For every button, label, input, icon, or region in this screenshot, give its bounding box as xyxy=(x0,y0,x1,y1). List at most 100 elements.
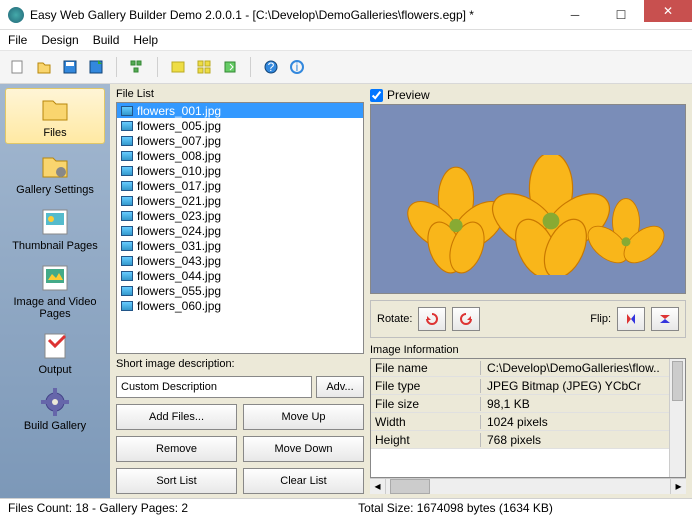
file-list-item[interactable]: flowers_008.jpg xyxy=(117,148,363,163)
info-key: File name xyxy=(371,361,481,375)
description-input[interactable] xyxy=(116,376,312,398)
sidebar-item-build-gallery[interactable]: Build Gallery xyxy=(5,382,105,436)
info-key: Width xyxy=(371,415,481,429)
info-key: File size xyxy=(371,397,481,411)
add-files-button[interactable]: Add Files... xyxy=(116,404,237,430)
sidebar-item-label: Thumbnail Pages xyxy=(12,240,98,252)
open-icon[interactable] xyxy=(34,57,54,77)
file-icon xyxy=(121,286,133,296)
file-name: flowers_060.jpg xyxy=(137,299,221,313)
file-name: flowers_031.jpg xyxy=(137,239,221,253)
menu-design[interactable]: Design xyxy=(41,33,78,47)
sidebar-item-gallery-settings[interactable]: Gallery Settings xyxy=(5,146,105,200)
sidebar-item-thumbnail-pages[interactable]: Thumbnail Pages xyxy=(5,202,105,256)
save-icon[interactable] xyxy=(60,57,80,77)
remove-button[interactable]: Remove xyxy=(116,436,237,462)
minimize-button[interactable]: ─ xyxy=(552,4,598,26)
preview-checkbox[interactable]: Preview xyxy=(370,88,686,102)
new-icon[interactable] xyxy=(8,57,28,77)
file-list-item[interactable]: flowers_007.jpg xyxy=(117,133,363,148)
gear-icon xyxy=(39,386,71,418)
sidebar-item-label: Gallery Settings xyxy=(16,184,94,196)
file-name: flowers_007.jpg xyxy=(137,134,221,148)
file-icon xyxy=(121,226,133,236)
move-up-button[interactable]: Move Up xyxy=(243,404,364,430)
file-list-item[interactable]: flowers_044.jpg xyxy=(117,268,363,283)
file-list-item[interactable]: flowers_023.jpg xyxy=(117,208,363,223)
flip-horizontal-button[interactable] xyxy=(617,307,645,331)
sidebar-item-label: Image and Video Pages xyxy=(7,296,103,320)
file-name: flowers_017.jpg xyxy=(137,179,221,193)
file-list-item[interactable]: flowers_005.jpg xyxy=(117,118,363,133)
menu-bar: File Design Build Help xyxy=(0,30,692,50)
sidebar-item-label: Files xyxy=(43,127,66,139)
grid-view-icon[interactable] xyxy=(194,57,214,77)
menu-build[interactable]: Build xyxy=(93,33,120,47)
image-video-icon xyxy=(39,262,71,294)
file-name: flowers_021.jpg xyxy=(137,194,221,208)
rotate-left-button[interactable] xyxy=(418,307,446,331)
menu-help[interactable]: Help xyxy=(133,33,158,47)
file-list-item[interactable]: flowers_055.jpg xyxy=(117,283,363,298)
file-icon xyxy=(121,271,133,281)
file-icon xyxy=(121,256,133,266)
thumbnail-icon xyxy=(39,206,71,238)
info-value: C:\Develop\DemoGalleries\flow.. xyxy=(481,361,685,375)
file-list-item[interactable]: flowers_024.jpg xyxy=(117,223,363,238)
file-list-item[interactable]: flowers_021.jpg xyxy=(117,193,363,208)
sidebar-item-output[interactable]: Output xyxy=(5,326,105,380)
description-label: Short image description: xyxy=(116,358,364,370)
file-name: flowers_005.jpg xyxy=(137,119,221,133)
move-down-button[interactable]: Move Down xyxy=(243,436,364,462)
file-name: flowers_001.jpg xyxy=(137,104,221,118)
file-icon xyxy=(121,121,133,131)
toolbar: ? i xyxy=(0,50,692,84)
flip-vertical-button[interactable] xyxy=(651,307,679,331)
window-title: Easy Web Gallery Builder Demo 2.0.0.1 - … xyxy=(30,8,552,22)
status-files-count: Files Count: 18 - Gallery Pages: 2 xyxy=(8,501,188,515)
file-list[interactable]: flowers_001.jpgflowers_005.jpgflowers_00… xyxy=(116,102,364,354)
folder-icon xyxy=(39,93,71,125)
menu-file[interactable]: File xyxy=(8,33,27,47)
file-list-item[interactable]: flowers_017.jpg xyxy=(117,178,363,193)
info-row: Height768 pixels xyxy=(371,431,685,449)
save-as-icon[interactable] xyxy=(86,57,106,77)
sidebar-item-image-video-pages[interactable]: Image and Video Pages xyxy=(5,258,105,324)
rotate-flip-panel: Rotate: Flip: xyxy=(370,300,686,338)
info-scrollbar-vertical[interactable] xyxy=(669,359,685,477)
file-list-item[interactable]: flowers_001.jpg xyxy=(117,103,363,118)
clear-list-button[interactable]: Clear List xyxy=(243,468,364,494)
file-icon xyxy=(121,166,133,176)
file-list-item[interactable]: flowers_043.jpg xyxy=(117,253,363,268)
info-row: File size98,1 KB xyxy=(371,395,685,413)
tree-icon[interactable] xyxy=(127,57,147,77)
sidebar-item-files[interactable]: Files xyxy=(5,88,105,144)
preview-image xyxy=(370,104,686,294)
file-name: flowers_010.jpg xyxy=(137,164,221,178)
file-list-item[interactable]: flowers_031.jpg xyxy=(117,238,363,253)
file-name: flowers_043.jpg xyxy=(137,254,221,268)
single-view-icon[interactable] xyxy=(168,57,188,77)
flip-label: Flip: xyxy=(590,313,611,325)
info-value: 1024 pixels xyxy=(481,415,685,429)
status-bar: Files Count: 18 - Gallery Pages: 2 Total… xyxy=(0,498,692,517)
close-button[interactable]: ✕ xyxy=(644,0,692,22)
file-list-item[interactable]: flowers_060.jpg xyxy=(117,298,363,313)
sort-list-button[interactable]: Sort List xyxy=(116,468,237,494)
file-icon xyxy=(121,241,133,251)
svg-text:i: i xyxy=(296,60,299,74)
rotate-right-button[interactable] xyxy=(452,307,480,331)
sidebar-item-label: Output xyxy=(38,364,71,376)
output-icon xyxy=(39,330,71,362)
refresh-icon[interactable] xyxy=(220,57,240,77)
info-key: File type xyxy=(371,379,481,393)
maximize-button[interactable]: ☐ xyxy=(598,4,644,26)
info-scrollbar-horizontal[interactable]: ◂▸ xyxy=(370,478,686,494)
adv-button[interactable]: Adv... xyxy=(316,376,364,398)
preview-checkbox-input[interactable] xyxy=(370,89,383,102)
sidebar: Files Gallery Settings Thumbnail Pages I… xyxy=(0,84,110,498)
file-list-item[interactable]: flowers_010.jpg xyxy=(117,163,363,178)
help-icon[interactable]: ? xyxy=(261,57,281,77)
file-icon xyxy=(121,106,133,116)
about-icon[interactable]: i xyxy=(287,57,307,77)
